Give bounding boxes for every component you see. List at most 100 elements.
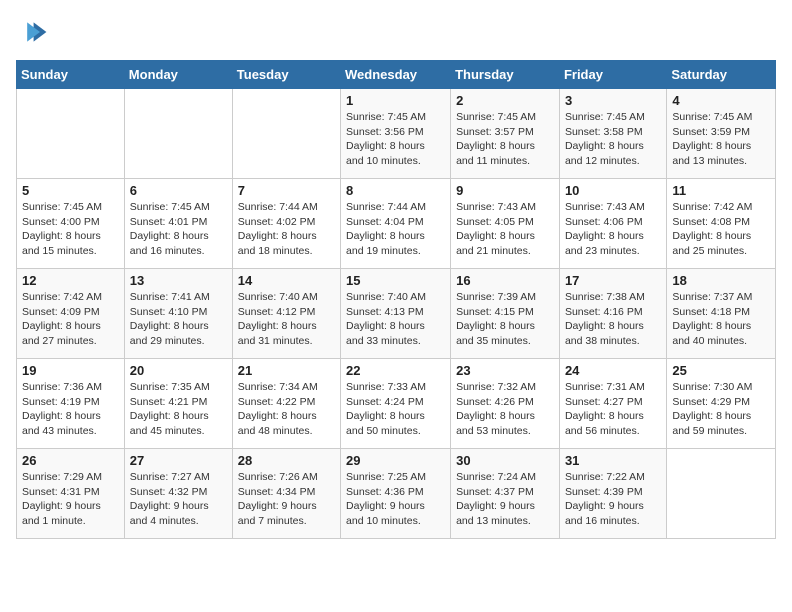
cell-info: Sunrise: 7:43 AM Sunset: 4:06 PM Dayligh… [565,200,661,259]
calendar-cell: 14 Sunrise: 7:40 AM Sunset: 4:12 PM Dayli… [232,269,340,359]
day-number: 19 [22,363,119,378]
calendar-cell: 18 Sunrise: 7:37 AM Sunset: 4:18 PM Dayli… [667,269,776,359]
cell-info: Sunrise: 7:44 AM Sunset: 4:02 PM Dayligh… [238,200,335,259]
day-number: 22 [346,363,445,378]
cell-info: Sunrise: 7:29 AM Sunset: 4:31 PM Dayligh… [22,470,119,529]
day-number: 29 [346,453,445,468]
calendar-cell: 7 Sunrise: 7:44 AM Sunset: 4:02 PM Daylig… [232,179,340,269]
calendar-cell: 28 Sunrise: 7:26 AM Sunset: 4:34 PM Dayli… [232,449,340,539]
day-number: 24 [565,363,661,378]
calendar-cell: 20 Sunrise: 7:35 AM Sunset: 4:21 PM Dayli… [124,359,232,449]
cell-info: Sunrise: 7:22 AM Sunset: 4:39 PM Dayligh… [565,470,661,529]
day-number: 16 [456,273,554,288]
day-number: 25 [672,363,770,378]
calendar-cell [232,89,340,179]
calendar-cell: 16 Sunrise: 7:39 AM Sunset: 4:15 PM Dayli… [451,269,560,359]
calendar-cell [17,89,125,179]
day-number: 13 [130,273,227,288]
cell-info: Sunrise: 7:39 AM Sunset: 4:15 PM Dayligh… [456,290,554,349]
day-number: 15 [346,273,445,288]
cell-info: Sunrise: 7:40 AM Sunset: 4:12 PM Dayligh… [238,290,335,349]
cell-info: Sunrise: 7:38 AM Sunset: 4:16 PM Dayligh… [565,290,661,349]
cell-info: Sunrise: 7:41 AM Sunset: 4:10 PM Dayligh… [130,290,227,349]
cell-info: Sunrise: 7:45 AM Sunset: 3:57 PM Dayligh… [456,110,554,169]
cell-info: Sunrise: 7:31 AM Sunset: 4:27 PM Dayligh… [565,380,661,439]
calendar-cell: 19Sunrise: 7:36 AM Sunset: 4:19 PM Dayli… [17,359,125,449]
calendar-cell: 1 Sunrise: 7:45 AM Sunset: 3:56 PM Daylig… [341,89,451,179]
day-number: 14 [238,273,335,288]
cell-info: Sunrise: 7:44 AM Sunset: 4:04 PM Dayligh… [346,200,445,259]
cell-info: Sunrise: 7:24 AM Sunset: 4:37 PM Dayligh… [456,470,554,529]
calendar-cell: 9 Sunrise: 7:43 AM Sunset: 4:05 PM Daylig… [451,179,560,269]
cell-info: Sunrise: 7:37 AM Sunset: 4:18 PM Dayligh… [672,290,770,349]
weekday-header-friday: Friday [559,61,666,89]
day-number: 11 [672,183,770,198]
calendar-cell: 27 Sunrise: 7:27 AM Sunset: 4:32 PM Dayli… [124,449,232,539]
cell-info: Sunrise: 7:40 AM Sunset: 4:13 PM Dayligh… [346,290,445,349]
cell-info: Sunrise: 7:45 AM Sunset: 3:56 PM Dayligh… [346,110,445,169]
day-number: 9 [456,183,554,198]
day-number: 1 [346,93,445,108]
calendar-cell: 26 Sunrise: 7:29 AM Sunset: 4:31 PM Dayli… [17,449,125,539]
cell-info: Sunrise: 7:45 AM Sunset: 3:59 PM Dayligh… [672,110,770,169]
cell-info: Sunrise: 7:45 AM Sunset: 4:01 PM Dayligh… [130,200,227,259]
cell-info: Sunrise: 7:35 AM Sunset: 4:21 PM Dayligh… [130,380,227,439]
day-number: 17 [565,273,661,288]
calendar-cell: 24 Sunrise: 7:31 AM Sunset: 4:27 PM Dayli… [559,359,666,449]
day-number: 27 [130,453,227,468]
cell-info: Sunrise: 7:27 AM Sunset: 4:32 PM Dayligh… [130,470,227,529]
day-number: 12 [22,273,119,288]
cell-info: Sunrise: 7:33 AM Sunset: 4:24 PM Dayligh… [346,380,445,439]
cell-info: Sunrise: 7:45 AM Sunset: 4:00 PM Dayligh… [22,200,119,259]
weekday-header-wednesday: Wednesday [341,61,451,89]
day-number: 2 [456,93,554,108]
weekday-header-sunday: Sunday [17,61,125,89]
calendar-cell: 2 Sunrise: 7:45 AM Sunset: 3:57 PM Daylig… [451,89,560,179]
calendar-cell: 13 Sunrise: 7:41 AM Sunset: 4:10 PM Dayli… [124,269,232,359]
calendar-cell: 30 Sunrise: 7:24 AM Sunset: 4:37 PM Dayli… [451,449,560,539]
logo-icon [16,16,48,48]
calendar-cell: 12 Sunrise: 7:42 AM Sunset: 4:09 PM Dayli… [17,269,125,359]
calendar-cell: 17 Sunrise: 7:38 AM Sunset: 4:16 PM Dayli… [559,269,666,359]
calendar-cell: 8 Sunrise: 7:44 AM Sunset: 4:04 PM Daylig… [341,179,451,269]
cell-info: Sunrise: 7:43 AM Sunset: 4:05 PM Dayligh… [456,200,554,259]
calendar-cell [124,89,232,179]
day-number: 30 [456,453,554,468]
calendar-cell: 5 Sunrise: 7:45 AM Sunset: 4:00 PM Daylig… [17,179,125,269]
day-number: 18 [672,273,770,288]
calendar-cell: 22 Sunrise: 7:33 AM Sunset: 4:24 PM Dayli… [341,359,451,449]
page-header [16,16,776,48]
day-number: 21 [238,363,335,378]
calendar-cell: 25 Sunrise: 7:30 AM Sunset: 4:29 PM Dayli… [667,359,776,449]
calendar-cell: 11 Sunrise: 7:42 AM Sunset: 4:08 PM Dayli… [667,179,776,269]
calendar-cell: 3 Sunrise: 7:45 AM Sunset: 3:58 PM Daylig… [559,89,666,179]
calendar-cell: 29Sunrise: 7:25 AM Sunset: 4:36 PM Dayli… [341,449,451,539]
weekday-header-saturday: Saturday [667,61,776,89]
day-number: 26 [22,453,119,468]
day-number: 7 [238,183,335,198]
day-number: 3 [565,93,661,108]
calendar-cell: 4 Sunrise: 7:45 AM Sunset: 3:59 PM Daylig… [667,89,776,179]
day-number: 28 [238,453,335,468]
day-number: 10 [565,183,661,198]
calendar-cell: 6 Sunrise: 7:45 AM Sunset: 4:01 PM Daylig… [124,179,232,269]
day-number: 4 [672,93,770,108]
cell-info: Sunrise: 7:30 AM Sunset: 4:29 PM Dayligh… [672,380,770,439]
cell-info: Sunrise: 7:45 AM Sunset: 3:58 PM Dayligh… [565,110,661,169]
day-number: 31 [565,453,661,468]
calendar-cell: 15 Sunrise: 7:40 AM Sunset: 4:13 PM Dayli… [341,269,451,359]
day-number: 5 [22,183,119,198]
day-number: 6 [130,183,227,198]
calendar-cell: 31 Sunrise: 7:22 AM Sunset: 4:39 PM Dayli… [559,449,666,539]
cell-info: Sunrise: 7:26 AM Sunset: 4:34 PM Dayligh… [238,470,335,529]
day-number: 20 [130,363,227,378]
day-number: 8 [346,183,445,198]
calendar-table: SundayMondayTuesdayWednesdayThursdayFrid… [16,60,776,539]
cell-info: Sunrise: 7:34 AM Sunset: 4:22 PM Dayligh… [238,380,335,439]
weekday-header-thursday: Thursday [451,61,560,89]
calendar-cell [667,449,776,539]
cell-info: Sunrise: 7:42 AM Sunset: 4:08 PM Dayligh… [672,200,770,259]
day-number: 23 [456,363,554,378]
cell-info: Sunrise: 7:42 AM Sunset: 4:09 PM Dayligh… [22,290,119,349]
weekday-header-monday: Monday [124,61,232,89]
